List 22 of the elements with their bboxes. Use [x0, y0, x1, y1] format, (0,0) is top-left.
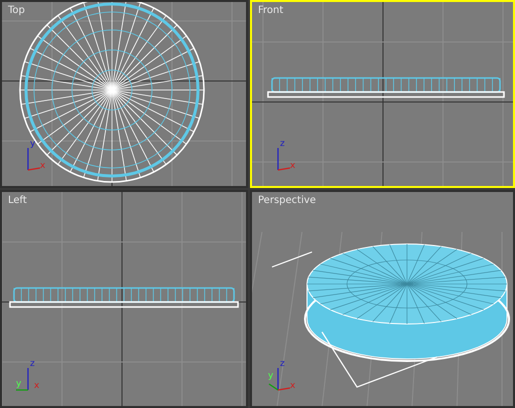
- axis-tripod-icon: [15, 367, 29, 391]
- viewport[interactable]: Left z y x: [0, 190, 248, 408]
- axis-label: x: [290, 382, 296, 391]
- axis-label: y: [268, 372, 274, 381]
- axis-tripod-icon: [27, 147, 41, 171]
- viewport[interactable]: Top y x: [0, 0, 248, 188]
- viewport-label[interactable]: Perspective: [258, 195, 316, 206]
- axis-tripod-icon: [268, 367, 291, 391]
- axis-tripod-icon: [277, 147, 291, 171]
- axis-label: y: [16, 380, 22, 389]
- axis-label: z: [280, 360, 285, 369]
- viewport-label[interactable]: Top: [8, 5, 25, 16]
- viewport-label[interactable]: Front: [258, 5, 284, 16]
- axis-label: x: [34, 382, 40, 391]
- axis-label: y: [30, 140, 36, 149]
- axis-label: z: [30, 360, 35, 369]
- viewport-label[interactable]: Left: [8, 195, 27, 206]
- axis-label: z: [280, 140, 285, 149]
- viewport[interactable]: Perspective z y x: [250, 190, 515, 408]
- viewport[interactable]: Front z x: [250, 0, 515, 188]
- axis-label: x: [290, 162, 296, 171]
- axis-label: x: [40, 162, 46, 171]
